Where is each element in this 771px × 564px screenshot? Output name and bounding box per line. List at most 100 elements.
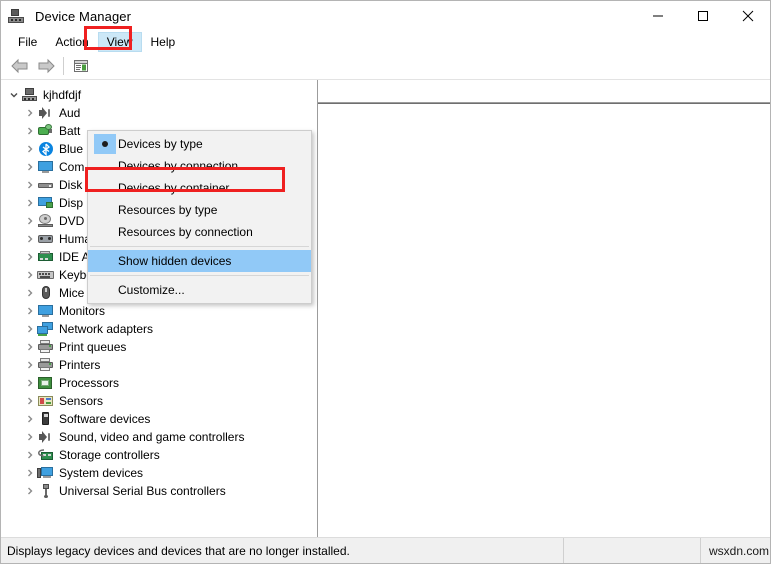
chevron-right-icon[interactable] bbox=[23, 432, 37, 442]
tree-item-label: Aud bbox=[59, 106, 81, 120]
tree-item-storage-controllers[interactable]: Storage controllers bbox=[1, 446, 317, 464]
chevron-right-icon[interactable] bbox=[23, 378, 37, 388]
chevron-right-icon[interactable] bbox=[23, 288, 37, 298]
view-dropdown-menu[interactable]: Devices by type Devices by connection De… bbox=[87, 130, 312, 304]
tree-item-label: Disk bbox=[59, 178, 83, 192]
tree-item-printers[interactable]: Printers bbox=[1, 356, 317, 374]
chevron-right-icon[interactable] bbox=[23, 468, 37, 478]
tool-bar bbox=[1, 53, 770, 80]
chevron-right-icon[interactable] bbox=[23, 306, 37, 316]
keyboard-icon bbox=[37, 267, 55, 283]
tree-root-label: kjhdfdjf bbox=[43, 88, 82, 102]
menu-separator bbox=[90, 246, 309, 247]
menu-option-label: Resources by type bbox=[118, 203, 218, 217]
processor-icon bbox=[37, 375, 55, 391]
maximize-button[interactable] bbox=[680, 1, 725, 31]
menu-option-show-hidden-devices[interactable]: Show hidden devices bbox=[88, 250, 311, 272]
menu-gutter bbox=[88, 279, 118, 301]
tree-item-system-devices[interactable]: System devices bbox=[1, 464, 317, 482]
status-message: Displays legacy devices and devices that… bbox=[1, 538, 564, 563]
tree-item-label: Software devices bbox=[59, 412, 151, 426]
chevron-right-icon[interactable] bbox=[23, 216, 37, 226]
tree-item-network-adapters[interactable]: Network adapters bbox=[1, 320, 317, 338]
tree-item-label: Print queues bbox=[59, 340, 127, 354]
menu-option-label: Resources by connection bbox=[118, 225, 253, 239]
chevron-right-icon[interactable] bbox=[23, 396, 37, 406]
chevron-right-icon[interactable] bbox=[23, 162, 37, 172]
back-button[interactable] bbox=[7, 54, 33, 78]
tree-item-label: System devices bbox=[59, 466, 144, 480]
menu-option-devices-by-type[interactable]: Devices by type bbox=[88, 133, 311, 155]
tree-item-label: Com bbox=[59, 160, 85, 174]
chevron-right-icon[interactable] bbox=[23, 198, 37, 208]
chevron-right-icon[interactable] bbox=[23, 252, 37, 262]
tree-item-label: Blue bbox=[59, 142, 84, 156]
menu-bar: File Action View Help bbox=[1, 31, 770, 53]
menu-option-label: Customize... bbox=[118, 283, 185, 297]
disk-icon bbox=[37, 177, 55, 193]
hid-icon bbox=[37, 231, 55, 247]
menu-action[interactable]: Action bbox=[46, 32, 97, 52]
chevron-right-icon[interactable] bbox=[23, 342, 37, 352]
tree-item-print-queues[interactable]: Print queues bbox=[1, 338, 317, 356]
tree-item-usb-controllers[interactable]: Universal Serial Bus controllers bbox=[1, 482, 317, 500]
tree-root-node[interactable]: kjhdfdjf bbox=[1, 86, 317, 104]
menu-option-devices-by-container[interactable]: Devices by container bbox=[88, 177, 311, 199]
window-title: Device Manager bbox=[35, 8, 132, 24]
forward-button[interactable] bbox=[33, 54, 59, 78]
monitor-icon bbox=[37, 159, 55, 175]
tree-item-label: Batt bbox=[59, 124, 81, 138]
chevron-right-icon[interactable] bbox=[23, 180, 37, 190]
tree-item-label: Disp bbox=[59, 196, 84, 210]
chevron-right-icon[interactable] bbox=[23, 486, 37, 496]
monitor-icon bbox=[37, 303, 55, 319]
chevron-right-icon[interactable] bbox=[23, 270, 37, 280]
details-pane bbox=[318, 80, 770, 537]
menu-option-label: Show hidden devices bbox=[118, 254, 232, 268]
tree-item-software-devices[interactable]: Software devices bbox=[1, 410, 317, 428]
menu-option-customize[interactable]: Customize... bbox=[88, 279, 311, 301]
chevron-right-icon[interactable] bbox=[23, 108, 37, 118]
window-controls bbox=[635, 1, 770, 31]
menu-gutter bbox=[88, 199, 118, 221]
tree-item-monitors[interactable]: Monitors bbox=[1, 302, 317, 320]
dvd-icon bbox=[37, 213, 55, 229]
chevron-right-icon[interactable] bbox=[23, 234, 37, 244]
network-icon bbox=[37, 321, 55, 337]
menu-gutter bbox=[88, 250, 118, 272]
menu-separator bbox=[90, 275, 309, 276]
menu-option-label: Devices by container bbox=[118, 181, 230, 195]
chevron-right-icon[interactable] bbox=[23, 324, 37, 334]
chevron-right-icon[interactable] bbox=[23, 144, 37, 154]
computer-icon bbox=[21, 87, 39, 103]
chevron-right-icon[interactable] bbox=[23, 126, 37, 136]
tree-item-label: Monitors bbox=[59, 304, 106, 318]
battery-icon bbox=[37, 123, 55, 139]
chevron-right-icon[interactable] bbox=[23, 450, 37, 460]
display-icon bbox=[37, 195, 55, 211]
tree-item-label: Universal Serial Bus controllers bbox=[59, 484, 226, 498]
device-manager-icon bbox=[8, 7, 26, 25]
tree-item-sound-video-game-controllers[interactable]: Sound, video and game controllers bbox=[1, 428, 317, 446]
menu-help[interactable]: Help bbox=[142, 32, 185, 52]
menu-option-resources-by-type[interactable]: Resources by type bbox=[88, 199, 311, 221]
menu-option-label: Devices by connection bbox=[118, 159, 239, 173]
close-button[interactable] bbox=[725, 1, 770, 31]
tree-item-processors[interactable]: Processors bbox=[1, 374, 317, 392]
storage-icon bbox=[37, 447, 55, 463]
tree-item-audio[interactable]: Aud bbox=[1, 104, 317, 122]
menu-option-devices-by-connection[interactable]: Devices by connection bbox=[88, 155, 311, 177]
chevron-down-icon[interactable] bbox=[7, 90, 21, 100]
tree-item-label: Network adapters bbox=[59, 322, 154, 336]
menu-file[interactable]: File bbox=[9, 32, 46, 52]
tree-item-sensors[interactable]: Sensors bbox=[1, 392, 317, 410]
minimize-button[interactable] bbox=[635, 1, 680, 31]
chevron-right-icon[interactable] bbox=[23, 414, 37, 424]
menu-view[interactable]: View bbox=[97, 32, 142, 52]
chevron-right-icon[interactable] bbox=[23, 360, 37, 370]
mouse-icon bbox=[37, 285, 55, 301]
menu-option-resources-by-connection[interactable]: Resources by connection bbox=[88, 221, 311, 243]
menu-option-label: Devices by type bbox=[118, 137, 203, 151]
bluetooth-icon bbox=[37, 141, 55, 157]
properties-button[interactable] bbox=[68, 54, 94, 78]
